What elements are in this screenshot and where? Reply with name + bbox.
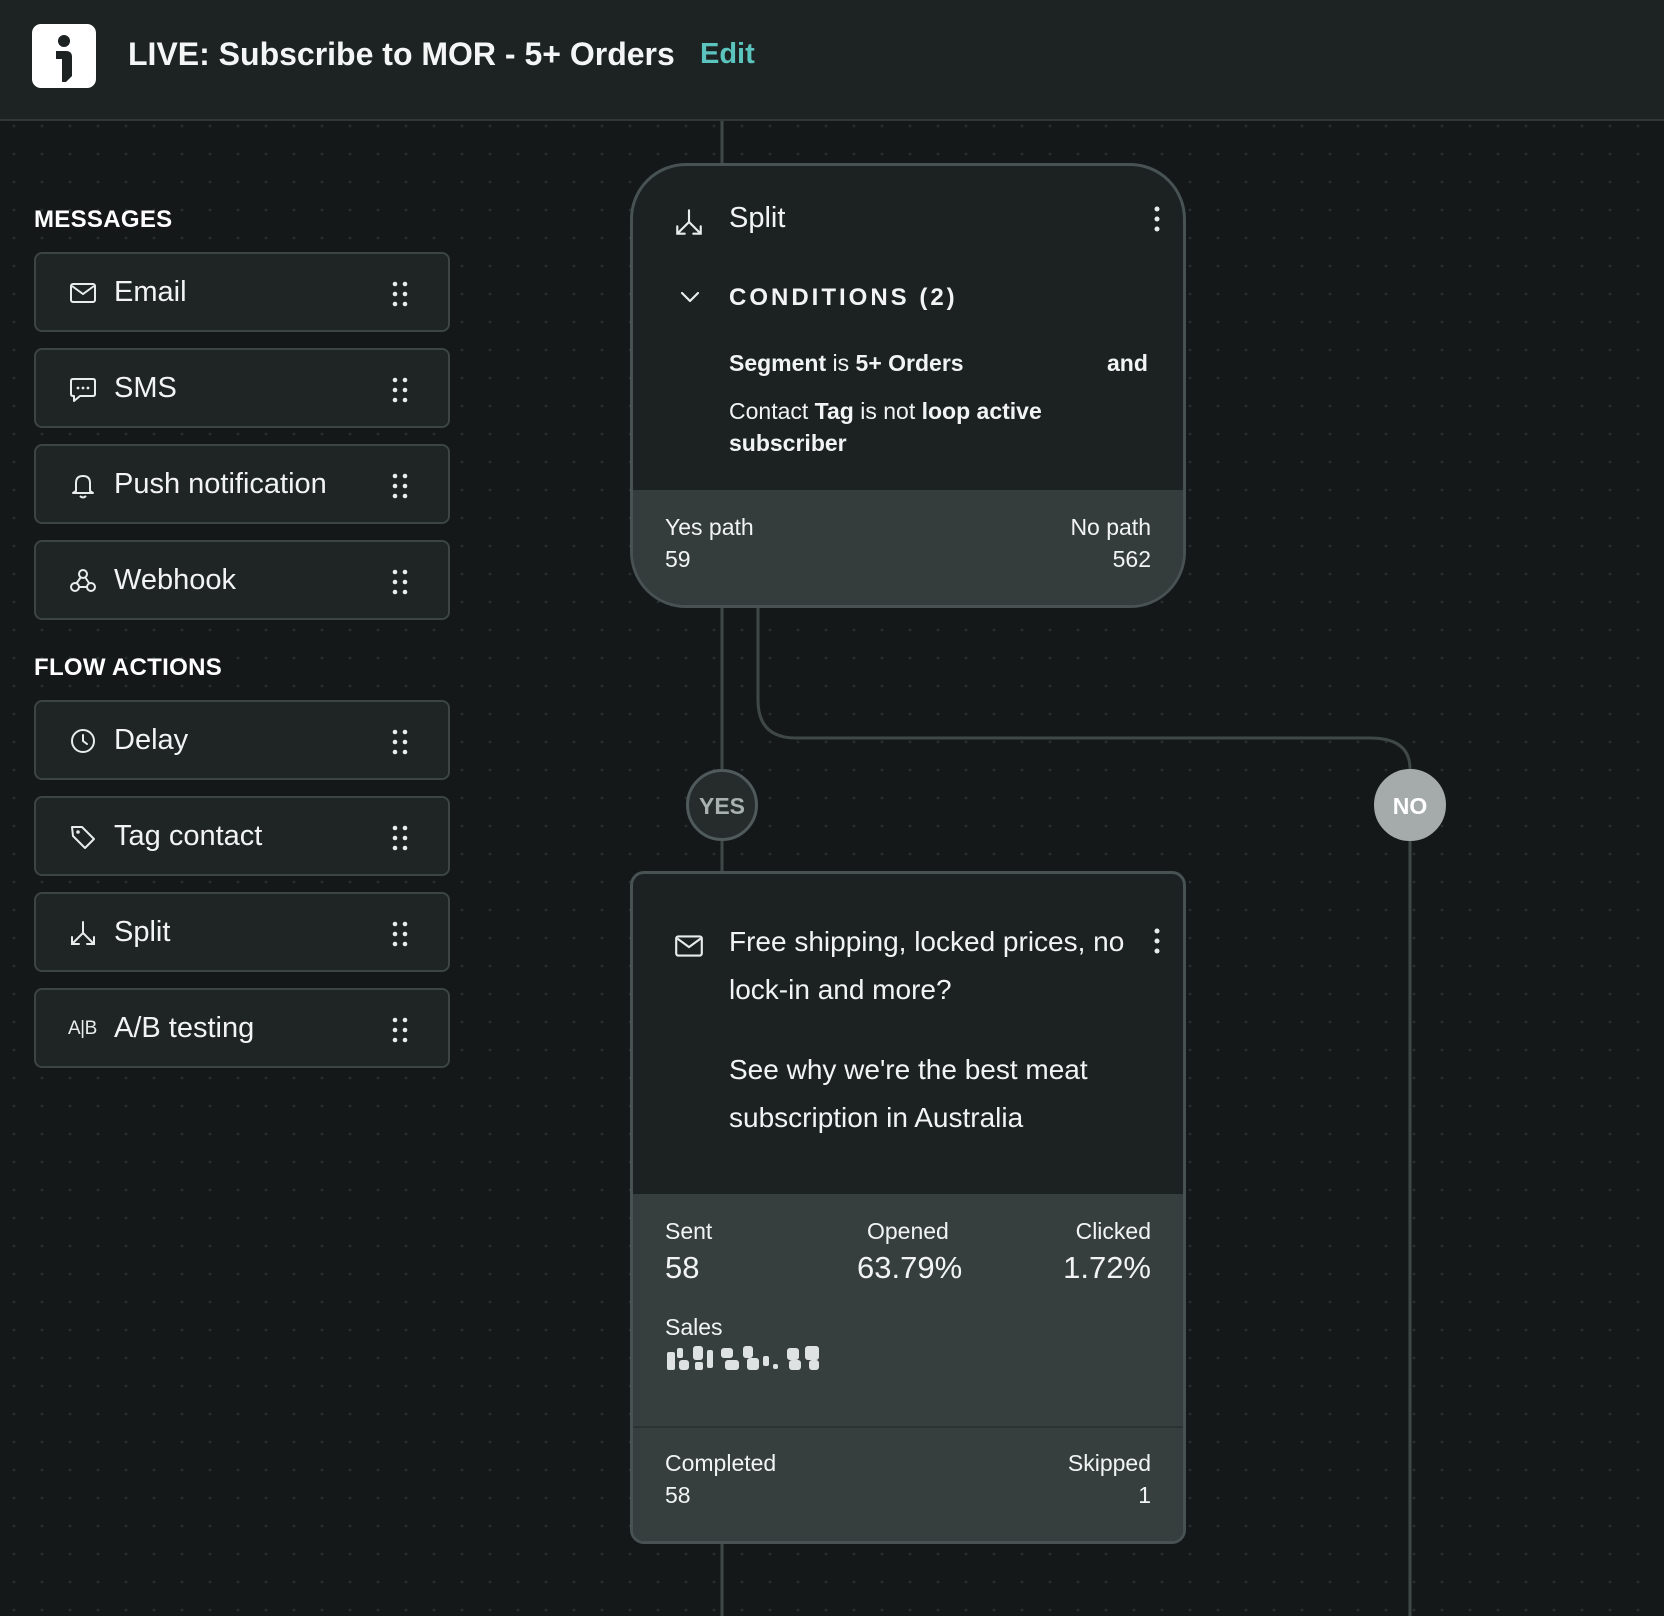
split-node-title: Split <box>729 202 786 234</box>
drag-handle-icon[interactable] <box>390 280 410 308</box>
edit-button[interactable]: Edit <box>700 38 755 71</box>
opened-label: Opened <box>867 1218 949 1244</box>
clicked-value: 1.72% <box>1063 1250 1151 1285</box>
email-node[interactable]: Free shipping, locked prices, no lock-in… <box>630 871 1186 1544</box>
sales-label: Sales <box>665 1314 723 1340</box>
conditions-header[interactable]: CONDITIONS (2) <box>729 284 958 312</box>
palette-item-email[interactable]: Email <box>34 252 450 332</box>
bell-icon <box>68 470 98 500</box>
palette-item-push-notification[interactable]: Push notification <box>34 444 450 524</box>
more-options-icon[interactable] <box>1151 204 1163 234</box>
clicked-label: Clicked <box>1075 1218 1151 1244</box>
app-logo-icon[interactable] <box>32 24 96 88</box>
webhook-icon <box>68 566 98 596</box>
top-bar: LIVE: Subscribe to MOR - 5+ Orders Edit <box>0 0 1664 121</box>
palette-item-webhook[interactable]: Webhook <box>34 540 450 620</box>
no-path-label: No path <box>1070 514 1151 540</box>
condition-2-continued: subscriber <box>729 430 847 456</box>
palette-item-ab-testing[interactable]: A|B A/B testing <box>34 988 450 1068</box>
drag-handle-icon[interactable] <box>390 1016 410 1044</box>
chat-bubble-icon <box>68 374 98 404</box>
skipped-label: Skipped <box>1067 1450 1151 1476</box>
mail-icon <box>68 278 98 308</box>
palette-item-tag-contact[interactable]: Tag contact <box>34 796 450 876</box>
palette-item-label: Delay <box>114 724 189 756</box>
clock-icon <box>68 726 98 756</box>
condition-1: Segment is 5+ Orders <box>729 350 964 376</box>
email-subject: Free shipping, locked prices, no lock-in… <box>729 926 1125 1005</box>
palette-item-label: A/B testing <box>114 1012 255 1044</box>
palette-item-split[interactable]: Split <box>34 892 450 972</box>
split-icon <box>68 918 98 948</box>
palette-item-sms[interactable]: SMS <box>34 348 450 428</box>
palette-item-label: Split <box>114 916 171 948</box>
flow-title: LIVE: Subscribe to MOR - 5+ Orders <box>128 36 675 72</box>
palette-item-label: Tag contact <box>114 820 263 852</box>
completed-label: Completed <box>665 1450 777 1476</box>
messages-section-label: MESSAGES <box>34 206 173 233</box>
email-completion-stats: Completed 58 Skipped 1 <box>633 1426 1183 1541</box>
condition-2: Contact Tag is not loop active <box>729 398 1042 424</box>
condition-joiner: and <box>1107 350 1148 376</box>
skipped-value: 1 <box>1138 1482 1151 1508</box>
palette-item-label: Webhook <box>114 564 236 596</box>
split-icon <box>673 206 705 238</box>
split-path-stats: Yes path 59 No path 562 <box>633 490 1183 605</box>
flow-actions-section-label: FLOW ACTIONS <box>34 654 223 681</box>
opened-value: 63.79% <box>857 1250 963 1285</box>
sent-label: Sent <box>665 1218 713 1244</box>
sent-value: 58 <box>665 1250 700 1285</box>
drag-handle-icon[interactable] <box>390 824 410 852</box>
email-preview-text: See why we're the best meat subscription… <box>729 1054 1088 1133</box>
drag-handle-icon[interactable] <box>390 728 410 756</box>
palette-item-label: Push notification <box>114 468 327 500</box>
more-options-icon[interactable] <box>1151 926 1163 956</box>
email-stats: Sent 58 Opened 63.79% Clicked 1.72% Sale… <box>633 1194 1183 1426</box>
palette-item-label: Email <box>114 276 187 308</box>
sales-value-obscured <box>667 1346 819 1370</box>
ab-test-icon: A|B <box>68 1018 97 1039</box>
yes-path-label: Yes path <box>665 514 754 540</box>
no-path-count: 562 <box>1112 546 1151 572</box>
drag-handle-icon[interactable] <box>390 472 410 500</box>
palette-item-delay[interactable]: Delay <box>34 700 450 780</box>
split-node[interactable]: Split CONDITIONS (2) Segment is 5+ Order… <box>630 163 1186 608</box>
drag-handle-icon[interactable] <box>390 920 410 948</box>
completed-value: 58 <box>665 1482 691 1508</box>
palette-item-label: SMS <box>114 372 177 404</box>
drag-handle-icon[interactable] <box>390 568 410 596</box>
no-branch-badge: NO <box>1374 769 1446 841</box>
chevron-down-icon[interactable] <box>677 284 703 310</box>
mail-icon <box>673 930 705 962</box>
yes-path-count: 59 <box>665 546 691 572</box>
tag-icon <box>68 822 98 852</box>
yes-branch-badge: YES <box>686 769 758 841</box>
drag-handle-icon[interactable] <box>390 376 410 404</box>
